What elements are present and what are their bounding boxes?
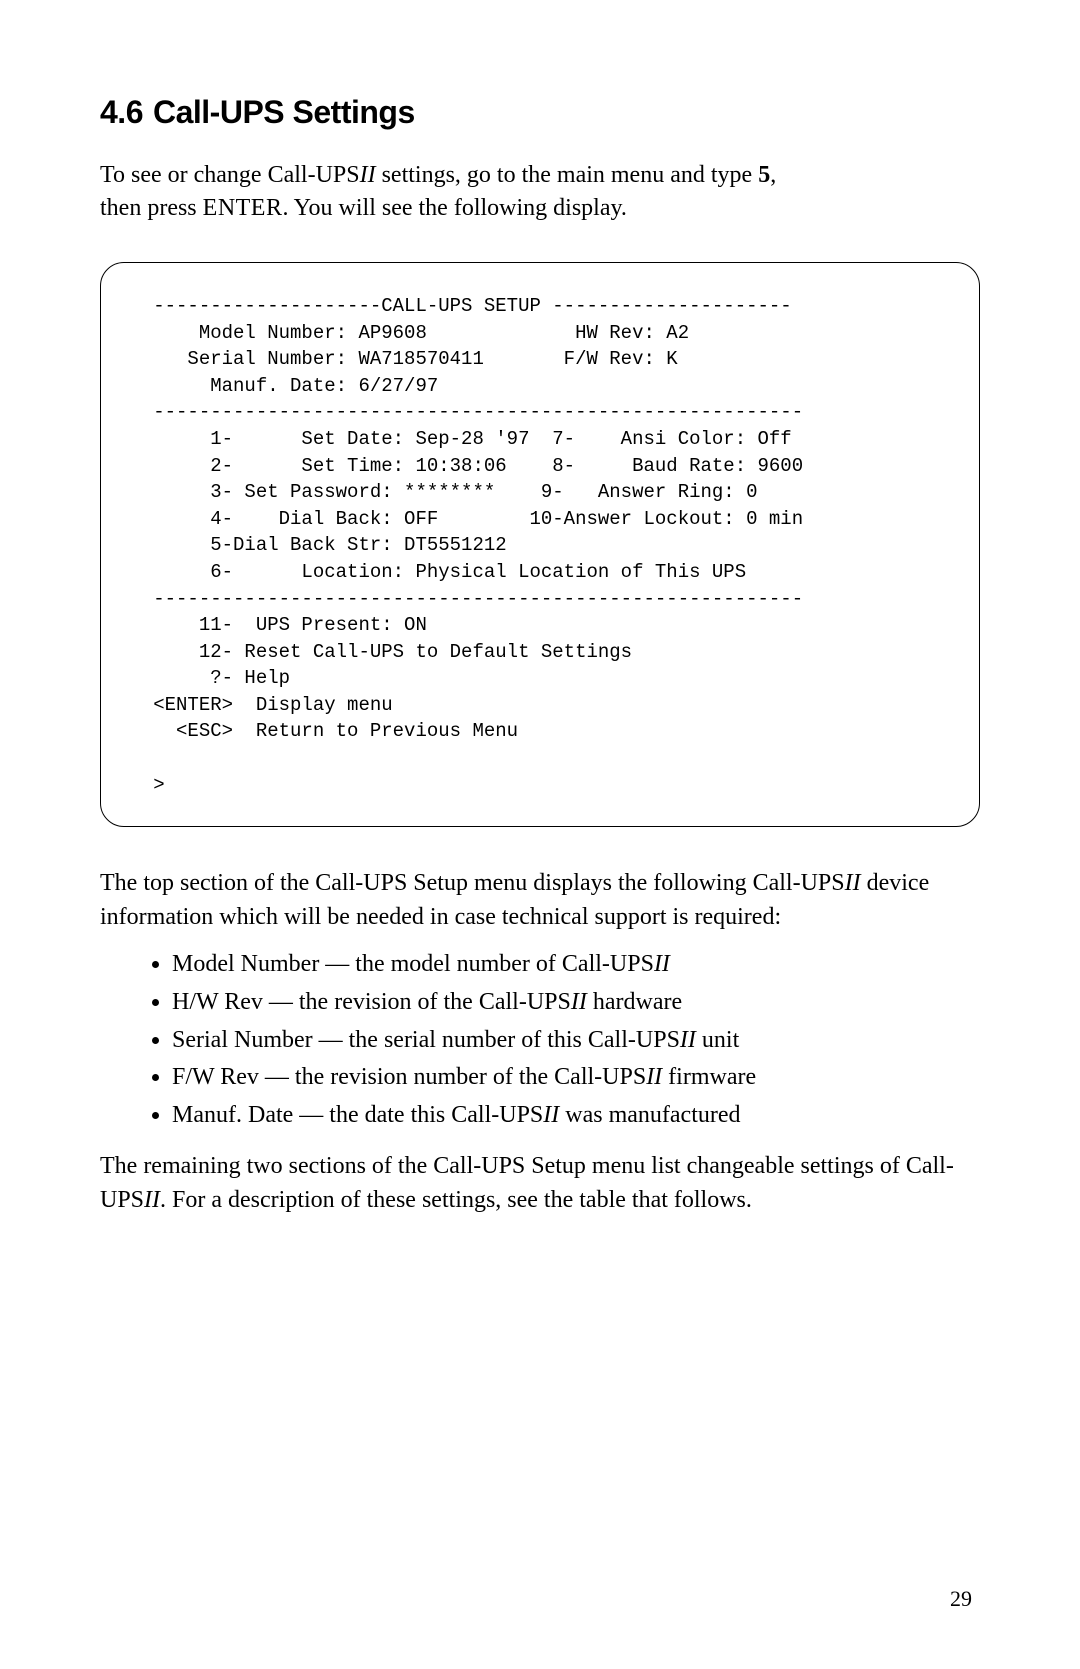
li-text: Manuf. Date — the date this Call-UPS (172, 1102, 543, 1128)
intro-paragraph: To see or change Call-UPSII settings, go… (100, 159, 980, 226)
term-line-03: Serial Number: WA718570411 F/W Rev: K (119, 348, 678, 370)
li-text-2: was manufactured (559, 1102, 740, 1128)
list-item: Model Number — the model number of Call-… (172, 948, 980, 982)
term-line-02: Model Number: AP9608 HW Rev: A2 (119, 322, 689, 344)
term-line-10: 5-Dial Back Str: DT5551212 (119, 534, 507, 556)
term-line-13: 11- UPS Present: ON (119, 614, 427, 636)
list-item: Serial Number — the serial number of thi… (172, 1024, 980, 1058)
intro-enter-key: ENTER (203, 195, 283, 221)
li-text: Model Number — the model number of Call-… (172, 951, 654, 977)
section-heading: 4.6 Call-UPS Settings (100, 90, 980, 135)
list-item: H/W Rev — the revision of the Call-UPSII… (172, 986, 980, 1020)
li-text: Serial Number — the serial number of thi… (172, 1027, 680, 1053)
term-line-11: 6- Location: Physical Location of This U… (119, 561, 746, 583)
term-line-16: <ENTER> Display menu (119, 694, 393, 716)
li-text-2: unit (696, 1027, 739, 1053)
page-number: 29 (950, 1584, 972, 1615)
section-number: 4.6 (100, 94, 143, 130)
term-line-07: 2- Set Time: 10:38:06 8- Baud Rate: 9600 (119, 455, 803, 477)
intro-text-2: settings, go to the main menu and type (376, 162, 759, 188)
list-item: F/W Rev — the revision number of the Cal… (172, 1061, 980, 1095)
intro-key-5: 5 (758, 162, 770, 188)
p3-it: II (144, 1187, 160, 1213)
intro-text-3: then press (100, 195, 203, 221)
li-text-2: hardware (587, 989, 682, 1015)
li-italic-ii: II (571, 989, 587, 1015)
term-line-09: 4- Dial Back: OFF 10-Answer Lockout: 0 m… (119, 508, 803, 530)
list-item: Manuf. Date — the date this Call-UPSII w… (172, 1099, 980, 1133)
li-text: F/W Rev — the revision number of the Cal… (172, 1064, 646, 1090)
term-line-06: 1- Set Date: Sep-28 '97 7- Ansi Color: O… (119, 428, 792, 450)
li-italic-ii: II (646, 1064, 662, 1090)
term-line-12: ----------------------------------------… (119, 588, 803, 610)
li-italic-ii: II (543, 1102, 559, 1128)
term-line-04: Manuf. Date: 6/27/97 (119, 375, 438, 397)
li-italic-ii: II (680, 1027, 696, 1053)
li-text-2: firmware (662, 1064, 756, 1090)
term-line-19: > (119, 774, 165, 796)
intro-comma: , (770, 162, 776, 188)
term-line-05: ----------------------------------------… (119, 401, 803, 423)
body-paragraph-1: The top section of the Call-UPS Setup me… (100, 867, 980, 934)
intro-text-4: . You will see the following display. (282, 195, 626, 221)
term-line-17: <ESC> Return to Previous Menu (119, 720, 518, 742)
term-line-15: ?- Help (119, 667, 290, 689)
section-title: Call-UPS Settings (153, 94, 415, 130)
terminal-screenshot: --------------------CALL-UPS SETUP -----… (100, 262, 980, 827)
term-line-01: --------------------CALL-UPS SETUP -----… (119, 295, 792, 317)
p3-b: . For a description of these settings, s… (160, 1187, 752, 1213)
body-paragraph-2: The remaining two sections of the Call-U… (100, 1150, 980, 1217)
li-text: H/W Rev — the revision of the Call-UPS (172, 989, 571, 1015)
li-italic-ii: II (654, 951, 670, 977)
p2-a: The top section of the Call-UPS Setup me… (100, 870, 845, 896)
term-line-14: 12- Reset Call-UPS to Default Settings (119, 641, 632, 663)
p2-it: II (845, 870, 861, 896)
intro-italic-ii: II (360, 162, 376, 188)
term-line-08: 3- Set Password: ******** 9- Answer Ring… (119, 481, 758, 503)
device-info-list: Model Number — the model number of Call-… (100, 948, 980, 1132)
intro-text-1: To see or change Call-UPS (100, 162, 360, 188)
